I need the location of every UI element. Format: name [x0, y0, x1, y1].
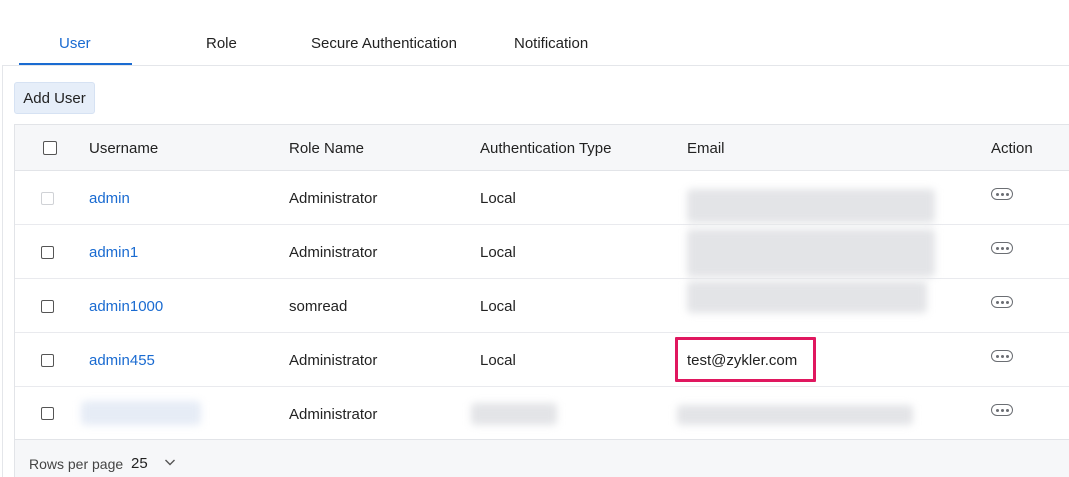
username-link[interactable]: admin: [89, 190, 130, 207]
username-link[interactable]: admin455: [89, 352, 155, 369]
more-actions-icon[interactable]: [991, 296, 1013, 308]
row-checkbox[interactable]: [41, 300, 54, 313]
table-header: Username Role Name Authentication Type E…: [15, 125, 1069, 171]
redacted-auth-type: [471, 403, 557, 425]
redacted-email: [687, 229, 935, 277]
column-header-authentication-type[interactable]: Authentication Type: [480, 140, 611, 157]
tab-secure-authentication[interactable]: Secure Authentication: [311, 35, 457, 52]
tabs-divider: [2, 65, 1069, 66]
row-checkbox-disabled: [41, 192, 54, 205]
table-row: admin455 Administrator Local test@zykler…: [15, 333, 1069, 387]
auth-type: Local: [480, 352, 516, 369]
redacted-username: [81, 401, 201, 425]
username-link[interactable]: admin1000: [89, 298, 163, 315]
role-name: Administrator: [289, 352, 378, 369]
table-row: admin1 Administrator Local: [15, 225, 1069, 279]
table-row: admin1000 somread Local: [15, 279, 1069, 333]
users-table: Username Role Name Authentication Type E…: [14, 124, 1069, 477]
role-name: Administrator: [289, 244, 378, 261]
username-link[interactable]: admin1: [89, 244, 138, 261]
more-actions-icon[interactable]: [991, 242, 1013, 254]
row-checkbox[interactable]: [41, 354, 54, 367]
tab-bar: User Role Secure Authentication Notifica…: [0, 0, 1069, 66]
auth-type: Local: [480, 190, 516, 207]
redacted-email: [677, 405, 913, 425]
redacted-email: [687, 281, 927, 313]
highlight-box: [675, 337, 816, 382]
table-footer: Rows per page 25: [15, 439, 1069, 477]
tab-notification[interactable]: Notification: [514, 35, 588, 52]
column-header-username[interactable]: Username: [89, 140, 158, 157]
tab-user[interactable]: User: [59, 35, 91, 52]
column-header-action: Action: [991, 140, 1033, 157]
rows-per-page-label: Rows per page: [29, 456, 124, 472]
row-checkbox[interactable]: [41, 407, 54, 420]
table-row: Administrator: [15, 387, 1069, 439]
role-name: Administrator: [289, 190, 378, 207]
role-name: somread: [289, 298, 348, 315]
select-all-checkbox[interactable]: [43, 141, 57, 155]
more-actions-icon[interactable]: [991, 188, 1013, 200]
chevron-down-icon[interactable]: [163, 455, 177, 469]
more-actions-icon[interactable]: [991, 350, 1013, 362]
more-actions-icon[interactable]: [991, 404, 1013, 416]
role-name: Administrator: [289, 406, 378, 423]
panel-border: [2, 65, 3, 477]
auth-type: Local: [480, 244, 516, 261]
rows-per-page-select[interactable]: 25: [131, 455, 148, 472]
add-user-button[interactable]: Add User: [14, 82, 95, 114]
table-row: admin Administrator Local: [15, 171, 1069, 225]
row-checkbox[interactable]: [41, 246, 54, 259]
auth-type: Local: [480, 298, 516, 315]
tab-role[interactable]: Role: [206, 35, 237, 52]
column-header-email: Email: [687, 140, 725, 157]
redacted-email: [687, 189, 935, 223]
column-header-role-name[interactable]: Role Name: [289, 140, 364, 157]
